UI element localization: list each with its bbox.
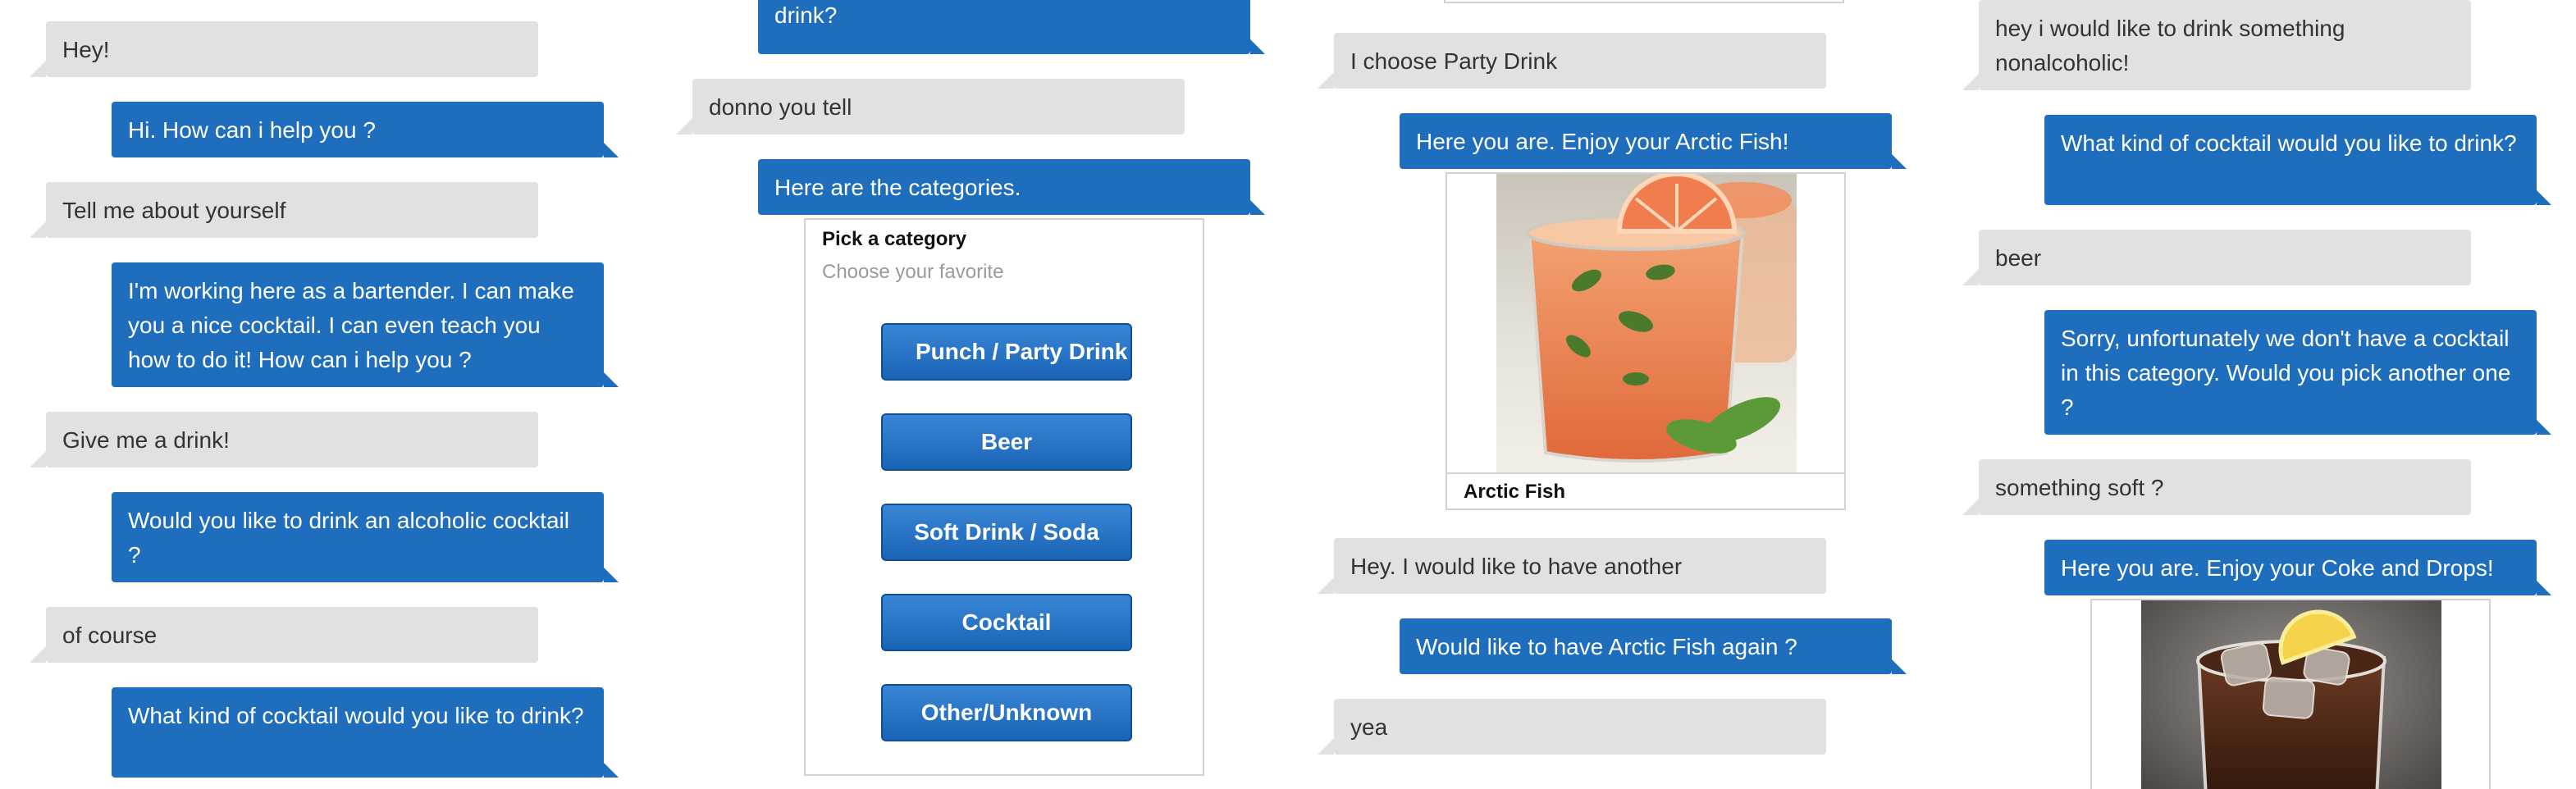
bot-message: Here you are. Enjoy your Arctic Fish!: [1400, 113, 1907, 169]
bot-message: Here are the categories.: [758, 159, 1265, 215]
chat-column-3: I choose Party Drink Here you are. Enjoy…: [1288, 0, 1928, 789]
category-card-subtitle: Choose your favorite: [822, 261, 1004, 283]
drink-image-card: [2090, 599, 2491, 789]
category-button-beer[interactable]: Beer: [881, 413, 1132, 471]
user-message: donno you tell: [676, 79, 1185, 135]
user-message: I choose Party Drink: [1318, 33, 1826, 89]
chat-column-4: hey i would like to drink something nona…: [1933, 0, 2576, 789]
bot-message: What kind of cocktail would you like to …: [2044, 115, 2551, 205]
category-button-soft-drink[interactable]: Soft Drink / Soda: [881, 504, 1132, 561]
user-message: beer: [1962, 230, 2471, 285]
category-card: Pick a category Choose your favorite Pun…: [804, 218, 1204, 776]
previous-card-edge: [1444, 0, 1844, 3]
user-message: something soft ?: [1962, 459, 2471, 515]
user-message: yea: [1318, 699, 1826, 755]
category-button-other[interactable]: Other/Unknown: [881, 684, 1132, 741]
cocktail-photo-icon: [1496, 174, 1797, 472]
bot-message: Would like to have Arctic Fish again ?: [1400, 618, 1907, 674]
bot-message: What kind of cocktail would you like to …: [112, 687, 619, 778]
category-button-punch[interactable]: Punch / Party Drink: [881, 323, 1132, 381]
user-message: of course: [30, 607, 538, 663]
user-message: Hey!: [30, 21, 538, 77]
category-button-cocktail[interactable]: Cocktail: [881, 594, 1132, 651]
bot-message: Would you like to drink an alcoholic coc…: [112, 492, 619, 582]
user-message: hey i would like to drink something nona…: [1962, 0, 2471, 90]
bot-message: I'm working here as a bartender. I can m…: [112, 262, 619, 387]
drink-caption: Arctic Fish: [1464, 481, 1566, 503]
user-message: Tell me about yourself: [30, 182, 538, 238]
arctic-fish-image: [1496, 174, 1797, 472]
coke-photo-icon: [2141, 600, 2441, 789]
bot-message: drink?: [758, 0, 1265, 54]
chat-column-2: drink? donno you tell Here are the categ…: [643, 0, 1283, 789]
chat-column-1: Hey! Hi. How can i help you ? Tell me ab…: [0, 0, 640, 789]
category-card-title: Pick a category: [822, 228, 967, 250]
bot-message: Sorry, unfortunately we don't have a coc…: [2044, 310, 2551, 435]
bot-message: Hi. How can i help you ?: [112, 102, 619, 157]
user-message: Hey. I would like to have another: [1318, 538, 1826, 594]
user-message: Give me a drink!: [30, 412, 538, 467]
coke-and-drops-image: [2141, 600, 2441, 789]
bot-message: Here you are. Enjoy your Coke and Drops!: [2044, 540, 2551, 595]
drink-image-card: Arctic Fish: [1446, 172, 1846, 510]
